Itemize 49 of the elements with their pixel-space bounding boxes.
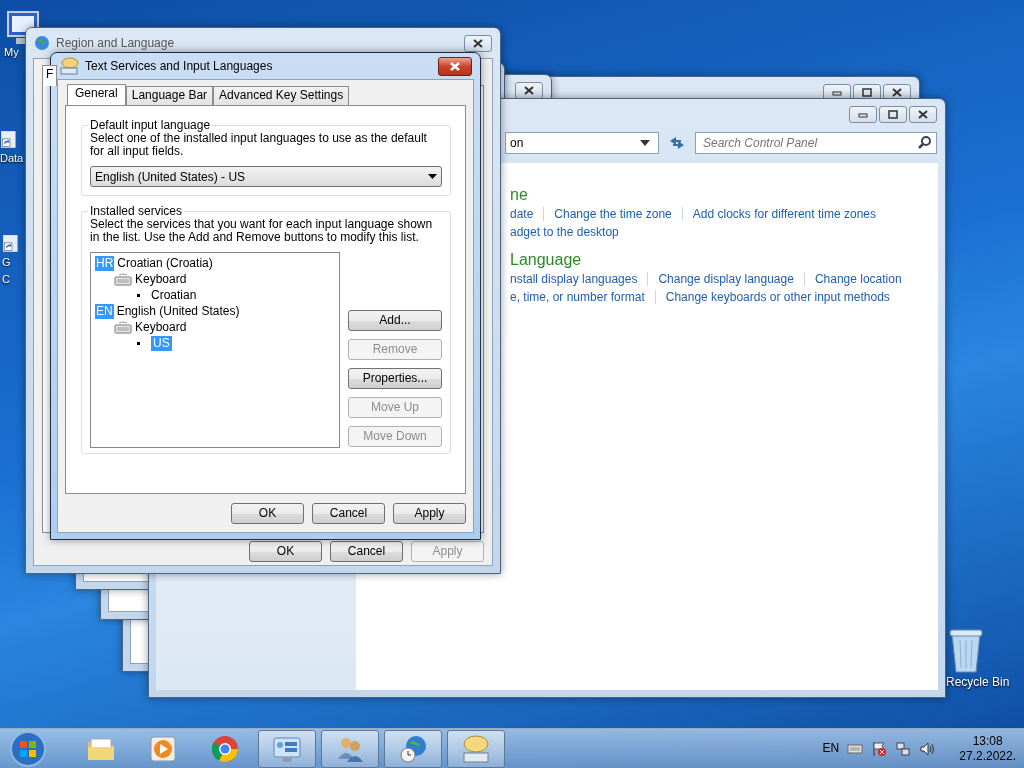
address-bar[interactable]: on (505, 132, 659, 154)
icon-label[interactable]: C (2, 271, 10, 288)
task-link[interactable]: Change display language (658, 270, 794, 288)
tree-item[interactable]: English (United States) (116, 303, 240, 319)
language-badge: EN (95, 303, 114, 319)
dropdown-value: English (United States) - US (95, 168, 246, 186)
task-link[interactable]: Change the time zone (554, 205, 672, 223)
dialog-button[interactable]: OK (231, 503, 304, 524)
tab[interactable]: Advanced Key Settings (213, 86, 350, 105)
tab[interactable]: General (67, 84, 126, 105)
dialog-button[interactable]: Apply (393, 503, 466, 524)
tree-item[interactable]: Keyboard (135, 319, 187, 335)
task-link[interactable]: Change keyboards or other input methods (665, 288, 890, 306)
group-description: Select the services that you want for each input language shown in the list. Use the Add and Remove buttons to modify this list. (90, 218, 434, 244)
icon-label[interactable]: G (2, 254, 11, 271)
group-title: Default input language (89, 118, 212, 132)
side-button[interactable]: Properties... (348, 368, 442, 389)
window-title: Region and Language (56, 35, 175, 52)
language-indicator[interactable]: EN (822, 741, 840, 756)
clock-date[interactable]: 27.2.2022. (959, 748, 1016, 764)
dialog-button[interactable]: Cancel (330, 541, 403, 562)
task-link[interactable]: Change location (814, 270, 902, 288)
tree-item[interactable]: Croatian (Croatia) (117, 255, 213, 271)
icon-label[interactable]: Data (0, 150, 24, 167)
address-text: on (510, 135, 524, 152)
icon-label[interactable]: Recycle Bin (946, 674, 1010, 691)
task-link[interactable]: nstall display languages (510, 270, 638, 288)
group-description: Select one of the installed input languages to use as the default for all input fields. (90, 132, 428, 158)
task-link[interactable]: Add clocks for different time zones (692, 205, 876, 223)
search-field[interactable]: Search Control Panel (695, 132, 937, 154)
task-link[interactable]: e, time, or number format (510, 288, 645, 306)
section-heading[interactable]: ne (510, 185, 938, 205)
tree-view[interactable]: HR Croatian (Croatia) Keyboard Croatian EN English (United States) Keyboard US (90, 252, 340, 448)
side-button[interactable]: Add... (348, 310, 442, 331)
language-dropdown[interactable]: English (United States) - US (90, 166, 442, 187)
tree-item[interactable]: Keyboard (135, 271, 187, 287)
section-heading[interactable]: Language (510, 250, 938, 270)
tab[interactable]: Language Bar (125, 86, 214, 105)
language-badge: HR (95, 255, 115, 271)
tree-item[interactable]: Croatian (151, 287, 197, 303)
tab[interactable]: F (42, 65, 58, 86)
group-title: Installed services (89, 204, 184, 218)
task-link[interactable]: adget to the desktop (510, 223, 619, 241)
clock-time[interactable]: 13:08 (959, 733, 1016, 749)
task-link[interactable]: date (510, 205, 534, 223)
dialog-button[interactable]: Cancel (312, 503, 385, 524)
icon-label[interactable]: My (4, 44, 19, 61)
window-title: Text Services and Input Languages (85, 58, 273, 75)
dialog-button[interactable]: OK (249, 541, 322, 562)
